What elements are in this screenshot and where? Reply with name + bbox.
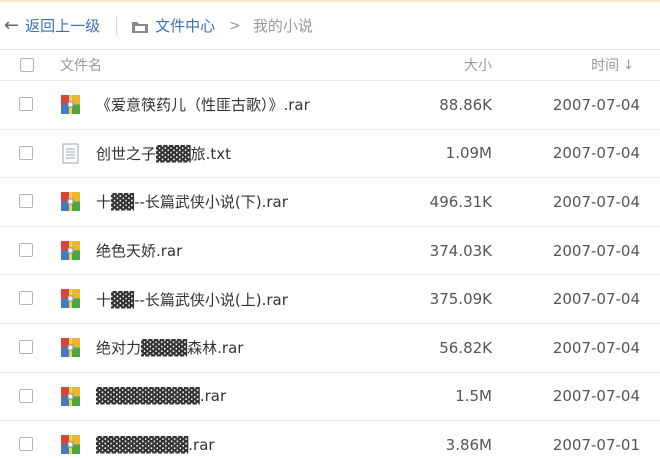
file-time: 2007-07-04 xyxy=(552,192,640,211)
file-time: 2007-07-04 xyxy=(552,387,640,406)
file-name[interactable]: 绝对力▓▓▓▓森林.rar xyxy=(96,337,243,358)
breadcrumb-home-label: 文件中心 xyxy=(155,17,216,35)
column-header-size[interactable]: 大小 xyxy=(464,55,492,75)
breadcrumb-current: 我的小说 xyxy=(252,17,313,35)
file-size: 88.86K xyxy=(439,95,492,114)
archive-icon xyxy=(60,191,81,212)
archive-icon xyxy=(60,94,81,115)
file-size: 374.03K xyxy=(429,241,492,260)
file-size: 375.09K xyxy=(429,290,492,309)
file-row[interactable]: 十▓▓--长篇武侠小说(上).rar 375.09K 2007-07-04 xyxy=(0,275,660,324)
file-size: 1.5M xyxy=(455,387,492,406)
file-row[interactable]: ▓▓▓▓▓▓▓▓▓.rar 1.5M 2007-07-04 xyxy=(0,373,660,422)
file-name[interactable]: ▓▓▓▓▓▓▓▓▓.rar xyxy=(96,387,226,405)
file-size: 3.86M xyxy=(445,435,492,454)
row-checkbox[interactable] xyxy=(19,291,33,306)
row-checkbox[interactable] xyxy=(19,339,33,354)
toolbar-divider xyxy=(116,16,118,35)
file-size: 56.82K xyxy=(439,338,492,357)
file-row[interactable]: 十▓▓--长篇武侠小说(下).rar 496.31K 2007-07-04 xyxy=(0,178,660,227)
archive-icon xyxy=(60,337,81,358)
toolbar: ← 返回上一级 文件中心 > 我的小说 xyxy=(0,0,660,49)
file-size: 496.31K xyxy=(429,192,492,211)
select-all-checkbox[interactable] xyxy=(20,58,34,72)
archive-icon xyxy=(60,386,81,407)
row-checkbox[interactable] xyxy=(19,97,33,111)
file-row[interactable]: 绝色天娇.rar 374.03K 2007-07-04 xyxy=(0,227,660,276)
file-size: 1.09M xyxy=(445,144,492,163)
row-checkbox[interactable] xyxy=(19,437,33,452)
back-label: 返回上一级 xyxy=(25,17,101,35)
file-name[interactable]: 十▓▓--长篇武侠小说(上).rar xyxy=(96,289,288,310)
archive-icon xyxy=(60,288,81,309)
text-file-icon xyxy=(60,143,81,164)
file-time: 2007-07-04 xyxy=(552,144,640,163)
file-row[interactable]: 创世之子▓▓▓旅.txt 1.09M 2007-07-04 xyxy=(0,130,660,179)
file-name[interactable]: 创世之子▓▓▓旅.txt xyxy=(96,143,231,164)
table-header: 文件名 大小 时间 ↓ xyxy=(0,49,660,81)
file-time: 2007-07-04 xyxy=(552,290,640,309)
column-header-time[interactable]: 时间 ↓ xyxy=(591,55,634,75)
file-time: 2007-07-04 xyxy=(552,241,640,260)
archive-icon xyxy=(60,434,81,455)
column-header-time-label: 时间 xyxy=(591,58,620,74)
file-name[interactable]: 十▓▓--长篇武侠小说(下).rar xyxy=(96,191,288,212)
file-row[interactable]: ▓▓▓▓▓▓▓▓.rar 3.86M 2007-07-01 xyxy=(0,421,660,459)
file-name[interactable]: 《爱意筷药儿（性匪古歌）》.rar xyxy=(96,94,310,115)
folder-cloud-icon xyxy=(132,21,149,33)
sort-down-icon: ↓ xyxy=(623,57,634,73)
file-time: 2007-07-01 xyxy=(552,435,640,454)
breadcrumb-file-center[interactable]: 文件中心 xyxy=(131,15,215,36)
column-header-name[interactable]: 文件名 xyxy=(60,55,102,75)
row-checkbox[interactable] xyxy=(19,145,33,160)
back-button[interactable]: ← 返回上一级 xyxy=(4,15,100,36)
row-checkbox[interactable] xyxy=(19,194,33,209)
file-time: 2007-07-04 xyxy=(552,95,640,114)
file-name[interactable]: ▓▓▓▓▓▓▓▓.rar xyxy=(96,436,215,454)
breadcrumb-chevron-icon: > xyxy=(229,17,241,34)
archive-icon xyxy=(60,240,81,261)
file-time: 2007-07-04 xyxy=(552,338,640,357)
file-row[interactable]: 《爱意筷药儿（性匪古歌）》.rar 88.86K 2007-07-04 xyxy=(0,81,660,130)
file-name[interactable]: 绝色天娇.rar xyxy=(96,240,182,261)
row-checkbox[interactable] xyxy=(19,242,33,257)
file-list: 《爱意筷药儿（性匪古歌）》.rar 88.86K 2007-07-04 创世之子▓▓▓… xyxy=(0,81,660,459)
back-arrow-icon: ← xyxy=(4,15,20,36)
file-row[interactable]: 绝对力▓▓▓▓森林.rar 56.82K 2007-07-04 xyxy=(0,324,660,373)
row-checkbox[interactable] xyxy=(19,388,33,403)
